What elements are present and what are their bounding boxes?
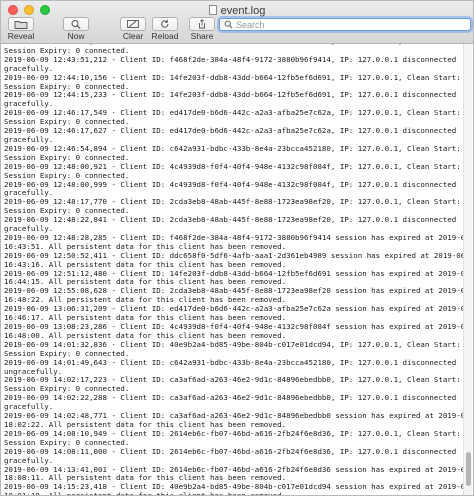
vertical-scrollbar[interactable] xyxy=(463,44,472,495)
log-line: 2019-06-09 12:44:15,233 - Client ID: 14f… xyxy=(4,90,457,100)
log-line: gracefully. xyxy=(4,99,54,109)
document-icon xyxy=(208,5,217,15)
log-view[interactable]: 2019-06-09 12:43:46,122 - Client ID: f46… xyxy=(1,44,463,495)
clear-icon xyxy=(120,17,146,31)
log-line: 2019-06-09 14:15:23,418 - Client ID: 40e… xyxy=(4,482,463,492)
log-line: 2019-06-09 14:02:48,771 - Client ID: ca3… xyxy=(4,411,463,421)
log-line: 2019-06-09 12:48:00,999 - Client ID: 4c4… xyxy=(4,179,457,189)
log-line: 2019-06-09 14:08:11,000 - Client ID: 261… xyxy=(4,446,457,456)
reload-label: Reload xyxy=(151,31,179,41)
log-line: Session Expiry: 0 connected. xyxy=(4,384,130,394)
log-line: Session Expiry: 0 connected. xyxy=(4,437,130,447)
log-line: gracefully. xyxy=(4,188,54,198)
log-line: gracefully. xyxy=(4,63,54,73)
log-line: 2019-06-09 12:48:00,921 - Client ID: 4c4… xyxy=(4,161,461,171)
share-label: Share xyxy=(190,31,214,41)
log-line: 2019-06-09 14:02:22,288 - Client ID: ca3… xyxy=(4,393,457,403)
log-line: 16:44:15. All persistent data for this c… xyxy=(4,277,287,287)
reveal-label: Reveal xyxy=(7,31,35,41)
log-line: Session Expiry: 0 connected. xyxy=(4,348,130,358)
log-line: 16:48:22. All persistent data for this c… xyxy=(4,295,287,305)
log-line: Session Expiry: 0 connected. xyxy=(4,45,130,55)
window-title: event.log xyxy=(1,4,473,18)
log-line: 2019-06-09 12:55:08,628 - Client ID: 2cd… xyxy=(4,286,463,296)
log-line: Session Expiry: 0 connected. xyxy=(4,81,130,91)
log-line: 2019-06-09 12:44:10,156 - Client ID: 14f… xyxy=(4,72,461,82)
now-icon xyxy=(63,17,89,31)
log-line: Session Expiry: 0 connected. xyxy=(4,170,130,180)
title-toolbar: event.log Reveal Now Clear Reload Share … xyxy=(1,1,473,44)
log-line: 2019-06-09 12:48:17,770 - Client ID: 2cd… xyxy=(4,197,461,207)
clear-label: Clear xyxy=(122,31,144,41)
log-line: 2019-06-09 12:46:17,627 - Client ID: ed4… xyxy=(4,126,457,136)
clear-button[interactable]: Clear xyxy=(118,17,148,42)
log-line: 2019-06-09 14:02:17,223 - Client ID: ca3… xyxy=(4,375,461,385)
log-line: 2019-06-09 13:08:23,286 - Client ID: 4c4… xyxy=(4,322,463,331)
log-line: 16:43:16. All persistent data for this c… xyxy=(4,259,287,269)
log-line: ungracefully. xyxy=(4,366,63,376)
console-window: event.log Reveal Now Clear Reload Share … xyxy=(0,0,474,496)
log-line: 2019-06-09 14:01:32,836 - Client ID: 40e… xyxy=(4,339,461,349)
log-line: 18:08:11. All persistent data for this c… xyxy=(4,473,287,483)
log-line: 2019-06-09 12:50:52,411 - Client ID: ddc… xyxy=(4,250,463,260)
search-icon xyxy=(224,20,233,29)
log-line: 16:46:17. All persistent data for this c… xyxy=(4,313,287,323)
share-button[interactable]: Share xyxy=(187,17,217,42)
log-line: 2019-06-09 12:51:12,480 - Client ID: 14f… xyxy=(4,268,463,278)
log-line: Session Expiry: 0 connected. xyxy=(4,117,130,127)
window-title-text: event.log xyxy=(220,5,266,17)
log-line: 2019-06-09 12:46:54,894 - Client ID: c64… xyxy=(4,143,461,153)
log-line: 2019-06-09 12:48:22,841 - Client ID: 2cd… xyxy=(4,215,457,225)
log-line: gracefully. xyxy=(4,224,54,234)
toolbar: Reveal Now Clear Reload Share Search xyxy=(1,17,473,43)
log-line: 2019-06-09 13:06:31,209 - Client ID: ed4… xyxy=(4,304,463,314)
search-input[interactable] xyxy=(233,19,470,30)
log-line: 18:02:22. All persistent data for this c… xyxy=(4,419,287,429)
log-line: Session Expiry: 0 connected. xyxy=(4,152,130,162)
log-line: 2019-06-09 12:43:51,212 - Client ID: f46… xyxy=(4,54,457,64)
now-label: Now xyxy=(67,31,85,41)
log-line: 2019-06-09 12:46:17,549 - Client ID: ed4… xyxy=(4,108,461,118)
log-line: 2019-06-09 14:13:41,001 - Client ID: 261… xyxy=(4,464,463,474)
reveal-icon xyxy=(8,17,34,31)
reveal-button[interactable]: Reveal xyxy=(6,17,36,42)
log-line: 16:48:00. All persistent data for this c… xyxy=(4,330,287,340)
scrollbar-thumb[interactable] xyxy=(466,452,471,486)
log-text: 2019-06-09 12:43:46,122 - Client ID: f46… xyxy=(1,44,463,495)
log-line: gracefully. xyxy=(4,134,54,144)
log-line: gracefully. xyxy=(4,455,54,465)
log-line: 2019-06-09 14:08:10,949 - Client ID: 261… xyxy=(4,428,461,438)
log-line: 18:01:18. All persistent data for this c… xyxy=(4,491,286,495)
reload-button[interactable]: Reload xyxy=(149,17,181,42)
log-line: Session Expiry: 0 connected. xyxy=(4,206,130,216)
log-line: gracefully. xyxy=(4,402,54,412)
search-field[interactable] xyxy=(219,18,471,31)
log-line: 16:43:51. All persistent data for this c… xyxy=(4,241,287,251)
share-icon xyxy=(189,17,215,31)
now-button[interactable]: Now xyxy=(61,17,91,42)
reload-icon xyxy=(152,17,178,31)
log-line: 2019-06-09 14:01:49,643 - Client ID: c64… xyxy=(4,357,457,367)
log-line: 2019-06-09 12:48:28,285 - Client ID: f46… xyxy=(4,232,463,242)
